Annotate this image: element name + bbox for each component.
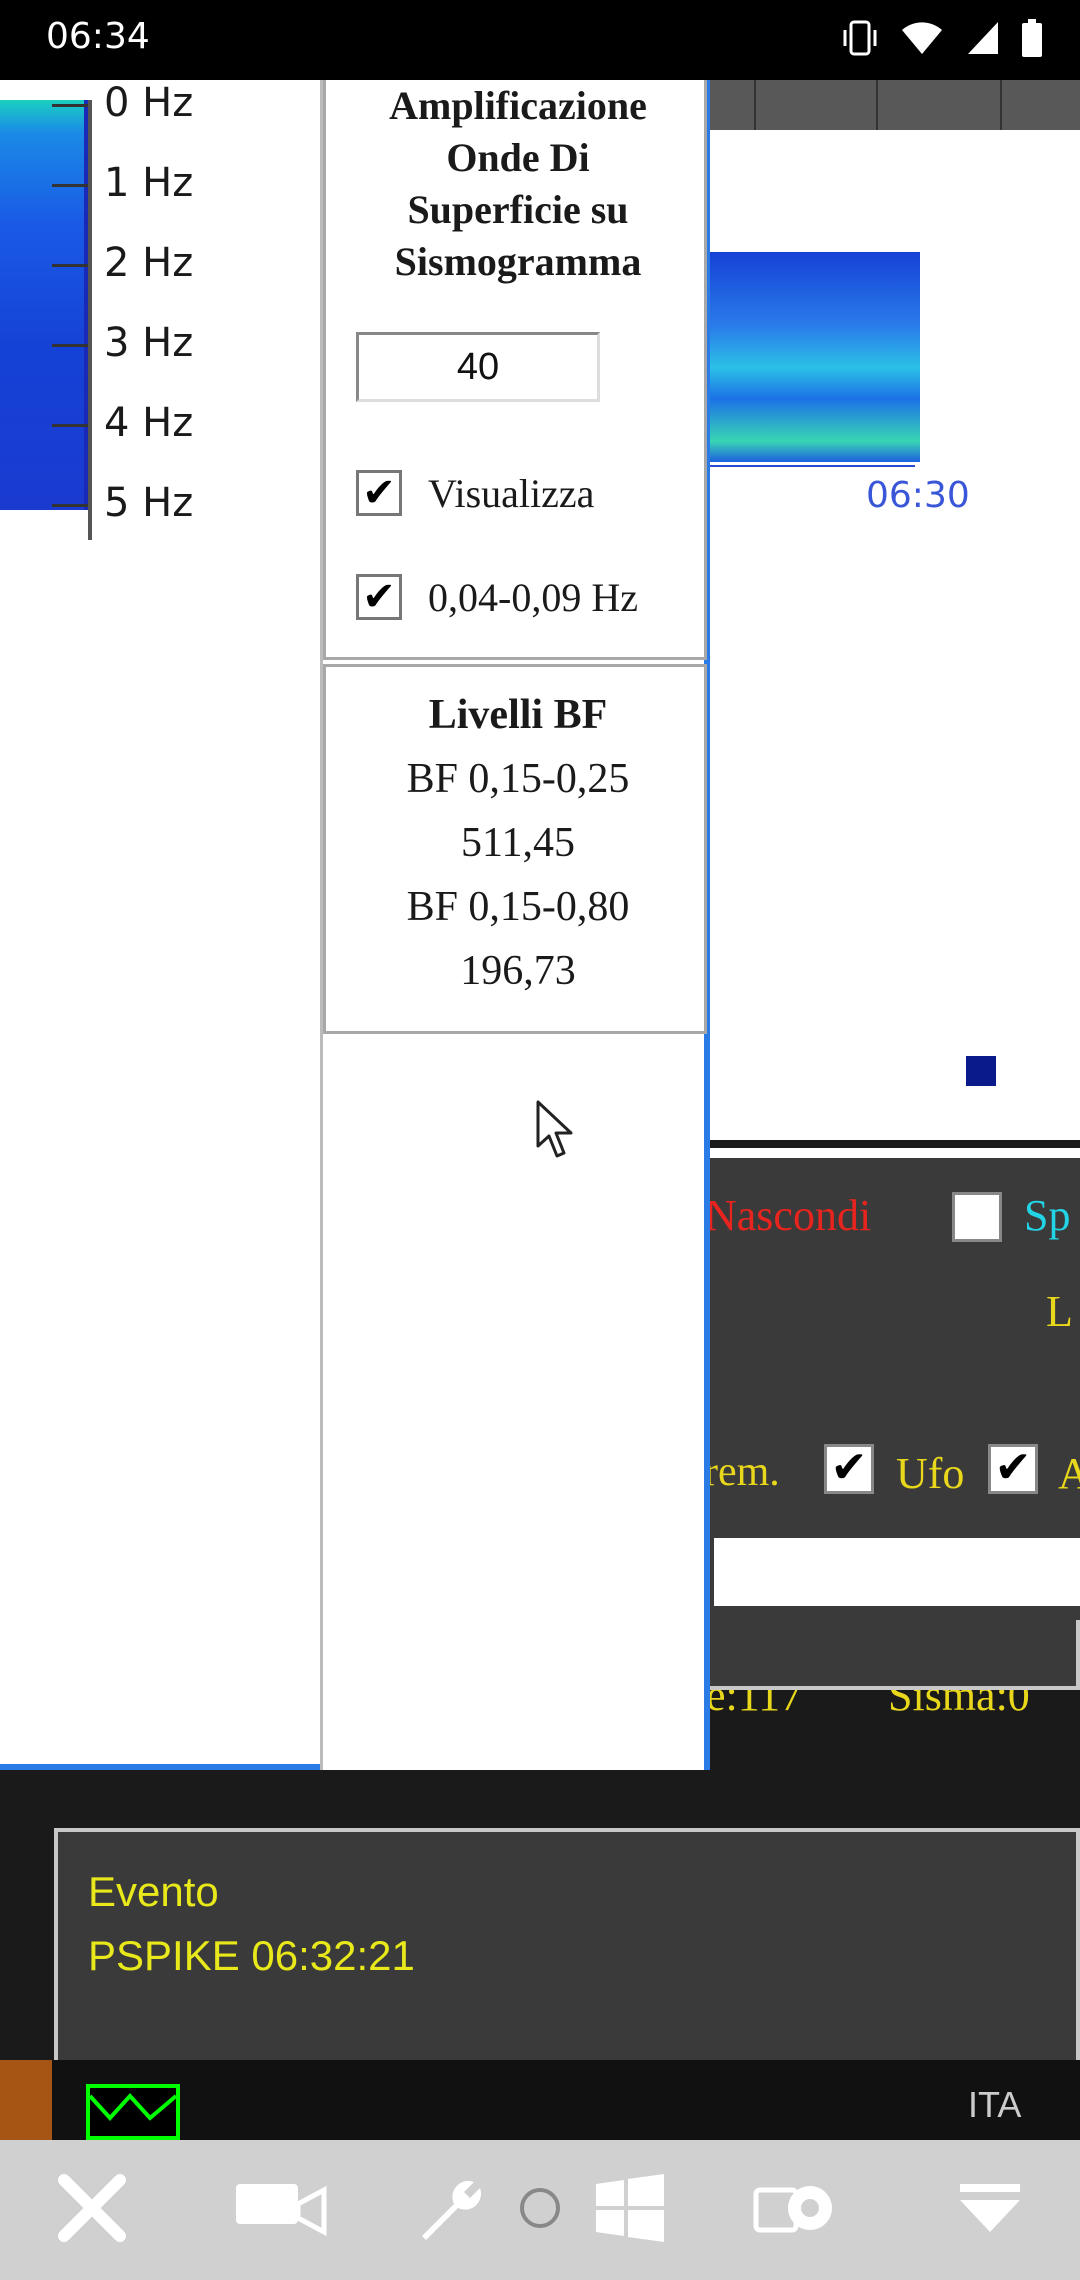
amplification-title: Amplificazione Onde Di Superficie su Sis…: [326, 80, 710, 288]
bf2-label: BF 0,15-0,80: [406, 884, 630, 930]
mouse-cursor-icon: [536, 1100, 573, 1158]
nascondi-label[interactable]: Nascondi: [705, 1190, 871, 1241]
amplification-input[interactable]: 40: [356, 332, 600, 402]
livelli-title: Livelli BF: [428, 692, 608, 738]
axis-tick: [52, 104, 88, 107]
time-axis-label: 06:30: [866, 475, 970, 516]
status-time: 06:34: [46, 16, 150, 57]
remote-toolbar: [0, 2140, 1080, 2280]
axis-tick: [52, 264, 88, 267]
axis-tick: [52, 504, 88, 507]
windows-icon[interactable]: [592, 2170, 668, 2246]
title-line: Sismogramma: [394, 239, 642, 284]
sp-label: Sp: [1024, 1191, 1071, 1240]
battery-icon: [1022, 19, 1042, 57]
bf1-value: 511,45: [461, 820, 575, 866]
event-detail: PSPIKE 06:32:21: [88, 1932, 415, 1979]
frequency-checkbox[interactable]: ✔: [356, 574, 402, 620]
livelli-bf-group: Livelli BF BF 0,15-0,25 511,45 BF 0,15-0…: [323, 664, 707, 1034]
title-line: Amplificazione: [389, 83, 647, 128]
hz-label: 4 Hz: [104, 400, 194, 446]
ufo-checkbox[interactable]: ✔: [988, 1444, 1038, 1494]
ufo-label: Ufo: [896, 1449, 965, 1498]
amplification-group: Amplificazione Onde Di Superficie su Sis…: [323, 80, 707, 660]
spectrogram-plot-right: [700, 252, 920, 462]
title-line: Onde Di: [446, 135, 590, 180]
taskbar-app-icon[interactable]: [0, 2060, 52, 2140]
settings-gear-icon[interactable]: [752, 2170, 842, 2246]
windows-taskbar: ITA: [0, 2060, 1080, 2140]
language-indicator[interactable]: ITA: [968, 2084, 1021, 2126]
status-bar: 06:34: [0, 0, 1080, 80]
sp-checkbox[interactable]: [952, 1192, 1002, 1242]
hz-label: 5 Hz: [104, 480, 194, 526]
seismograph-area: [700, 80, 1080, 1140]
input-bar[interactable]: [714, 1538, 1080, 1606]
hz-label: 2 Hz: [104, 240, 194, 286]
keyboard-icon[interactable]: [232, 2170, 328, 2246]
wifi-icon: [902, 22, 942, 54]
close-icon[interactable]: [54, 2170, 130, 2246]
strip-separator: [754, 80, 756, 130]
hz-label: 0 Hz: [104, 80, 194, 126]
event-marker: [966, 1056, 996, 1086]
seismograph-header-strip: [700, 80, 1080, 130]
vibrate-icon: [843, 20, 877, 56]
l-label: L: [1046, 1287, 1073, 1336]
visualizza-checkbox[interactable]: ✔: [356, 470, 402, 516]
chevron-down-icon[interactable]: [952, 2170, 1028, 2246]
strip-separator: [876, 80, 878, 130]
signal-icon: [968, 22, 998, 54]
title-line: Superficie su: [407, 187, 629, 232]
axis-tick: [52, 184, 88, 187]
wrench-icon[interactable]: [412, 2170, 488, 2246]
settings-panel: Amplificazione Onde Di Superficie su Sis…: [320, 80, 707, 1770]
oscilloscope-app-icon[interactable]: [86, 2084, 180, 2140]
analysis-window: 0 Hz 1 Hz 2 Hz 3 Hz 4 Hz 5 Hz Amplificaz…: [0, 80, 710, 1770]
a-label: A: [1058, 1449, 1080, 1498]
frequency-label: 0,04-0,09 Hz: [428, 575, 638, 620]
waveform-icon: [88, 2093, 178, 2121]
status-icons: [842, 18, 1042, 58]
hz-label: 3 Hz: [104, 320, 194, 366]
axis-tick: [52, 344, 88, 347]
hz-label: 1 Hz: [104, 160, 194, 206]
axis-tick: [52, 424, 88, 427]
frequency-axis: [88, 100, 92, 540]
rem-label: rem.: [704, 1449, 780, 1495]
rem-checkbox[interactable]: ✔: [824, 1444, 874, 1494]
spectrogram-plot-left: [0, 100, 88, 510]
remote-desktop[interactable]: 06:30 Nascondi Sp L rem. ✔ Ufo ✔ A e:117…: [0, 80, 1080, 2140]
strip-separator: [1000, 80, 1002, 130]
bf2-value: 196,73: [460, 948, 576, 994]
event-title: Evento: [88, 1868, 219, 1915]
visualizza-label: Visualizza: [428, 471, 595, 516]
home-circle-icon[interactable]: [512, 2170, 568, 2246]
bf1-label: BF 0,15-0,25: [406, 756, 630, 802]
